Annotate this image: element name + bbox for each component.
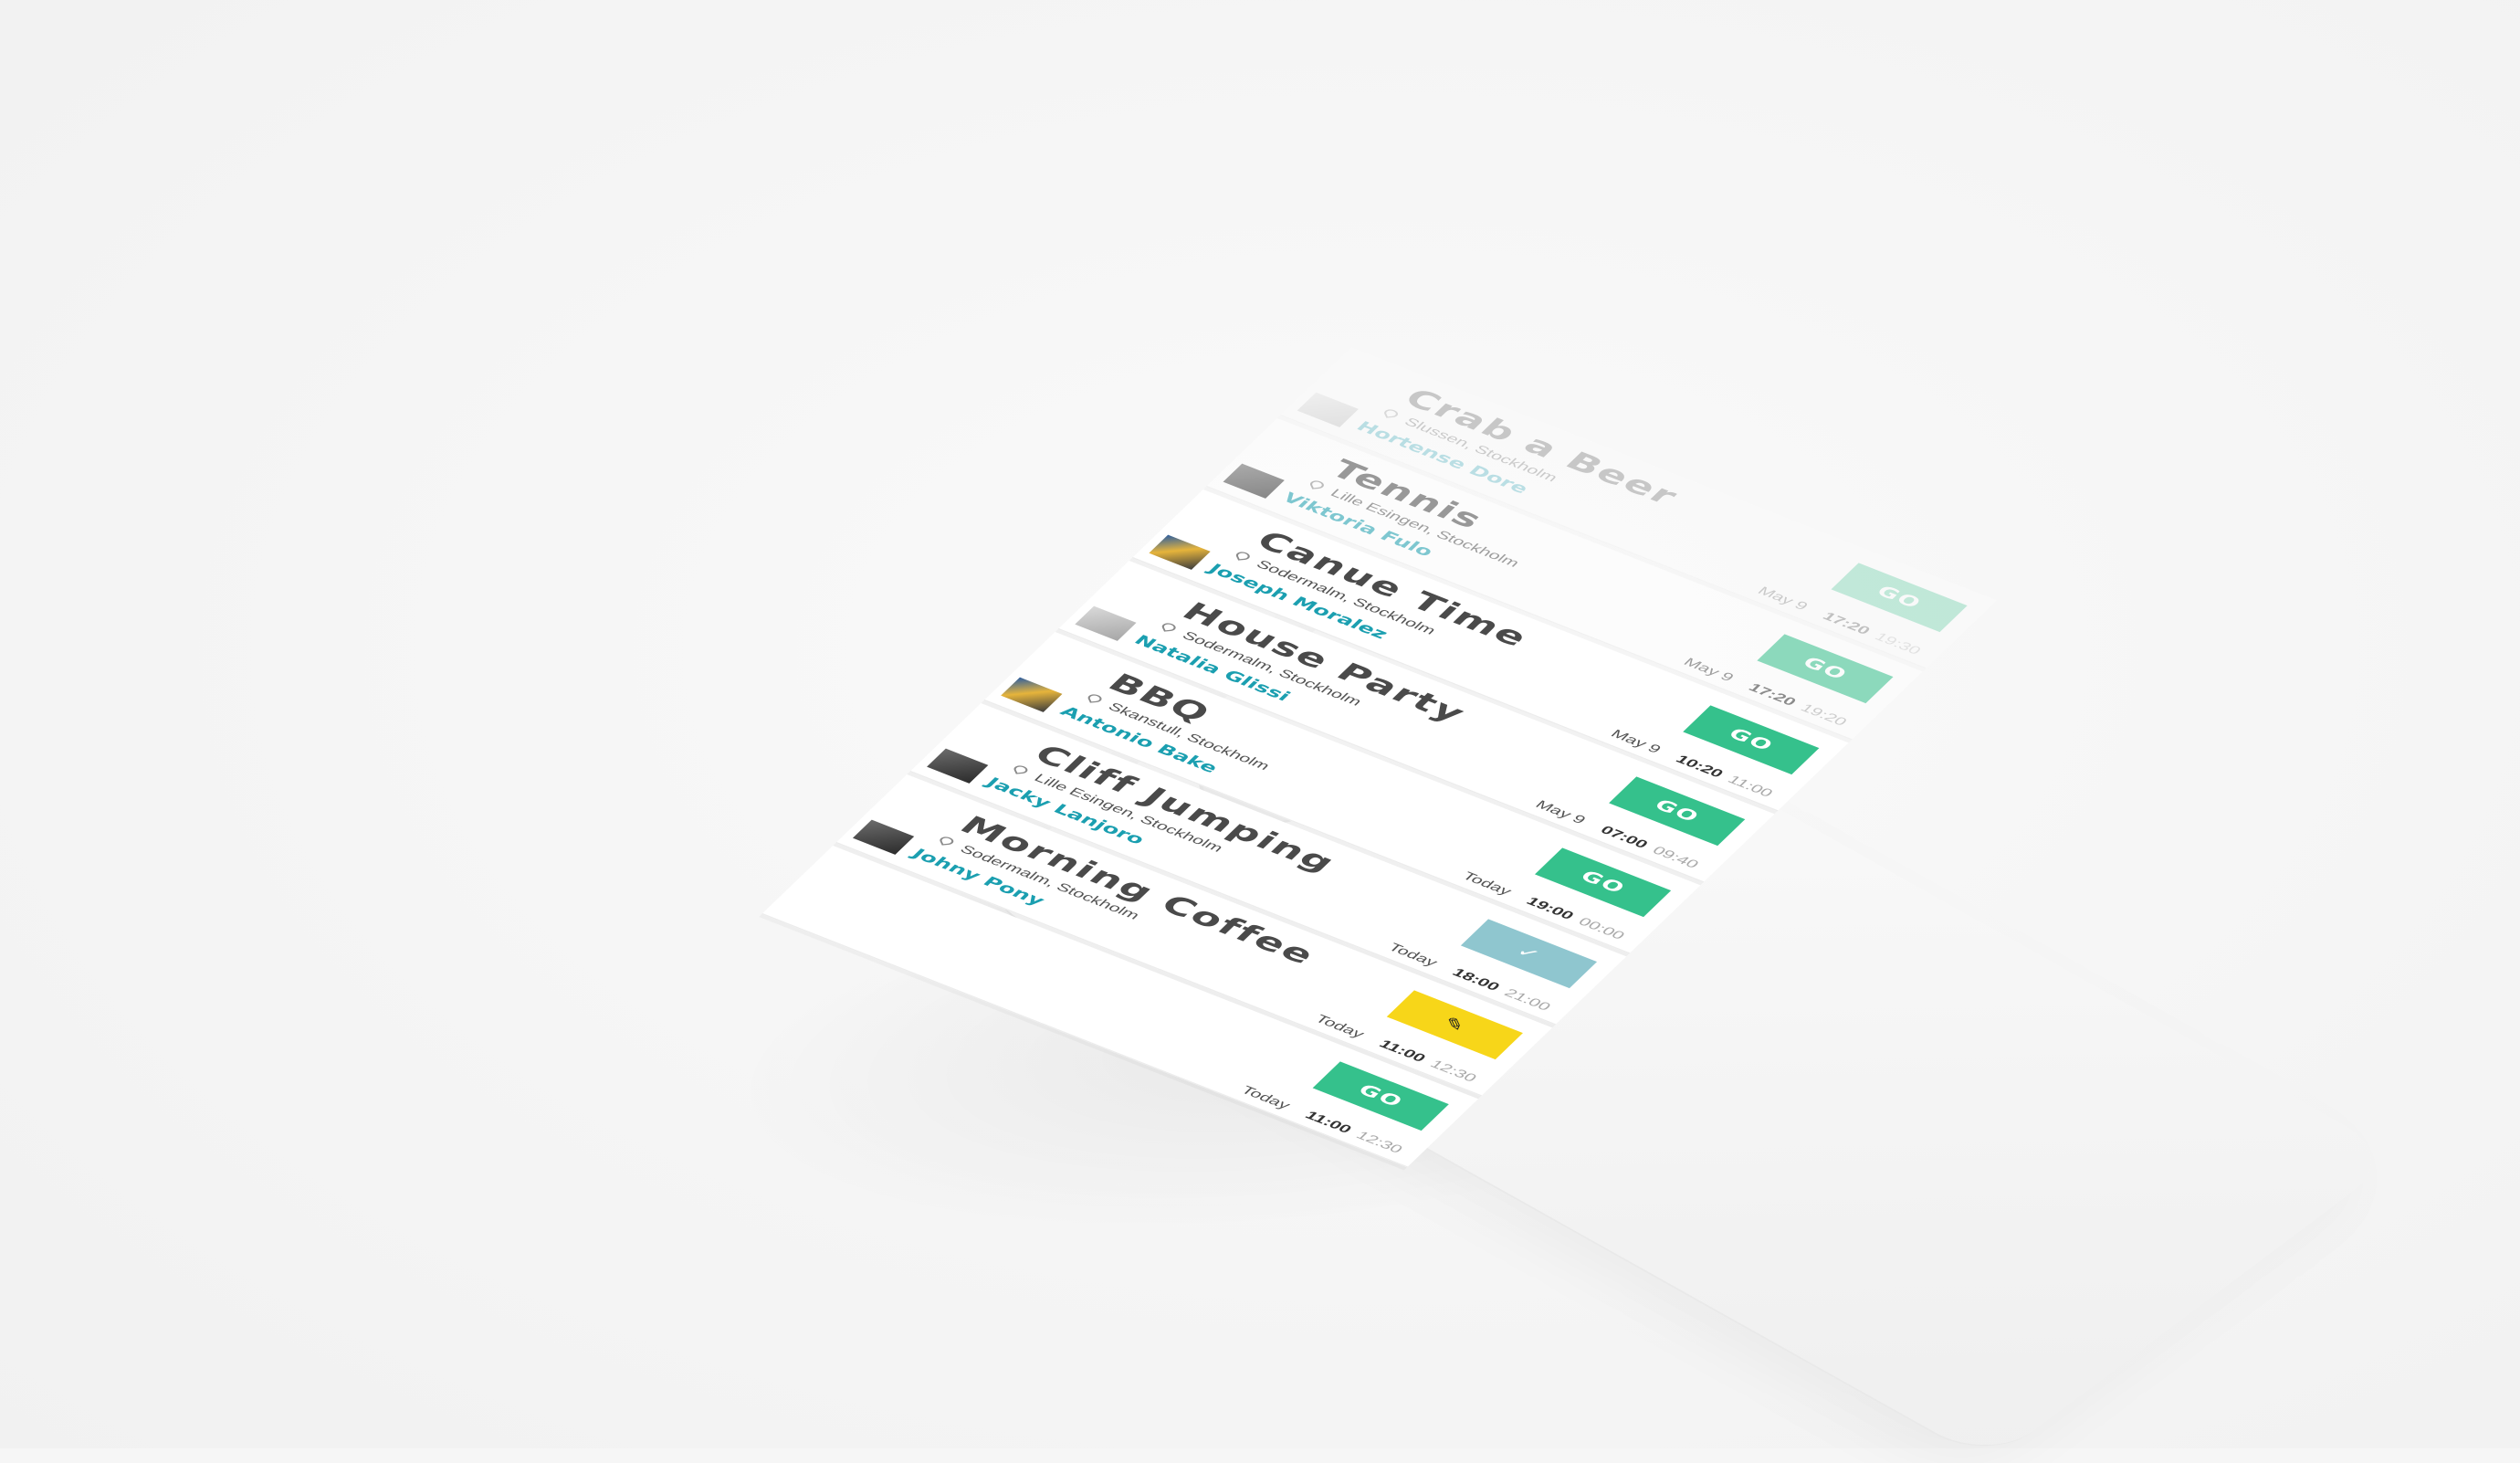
event-end: 12:30: [1352, 1129, 1406, 1156]
avatar: [1001, 677, 1063, 712]
avatar: [1075, 605, 1137, 641]
event-start: 17:20: [1745, 681, 1800, 709]
event-start: 17:20: [1819, 610, 1874, 637]
location-pin-icon: [1234, 551, 1252, 561]
location-pin-icon: [938, 836, 956, 846]
event-end: 12:30: [1426, 1058, 1480, 1085]
event-start: 11:00: [1301, 1109, 1355, 1136]
event-end: 19:20: [1797, 701, 1851, 729]
avatar: [1223, 463, 1285, 499]
location-pin-icon: [1086, 693, 1104, 703]
event-end: 09:40: [1649, 844, 1702, 871]
location-pin-icon: [1382, 408, 1400, 418]
event-start: 10:20: [1672, 753, 1727, 781]
event-start: 19:00: [1523, 895, 1578, 922]
event-end: 11:00: [1724, 773, 1777, 800]
event-day: Today: [1237, 1083, 1294, 1112]
event-end: 19:30: [1871, 630, 1925, 658]
avatar: [1149, 534, 1211, 570]
event-start: 18:00: [1448, 966, 1503, 994]
event-start: 07:00: [1597, 824, 1652, 851]
mockup-scene: Crab a Beer Slussen, Stockholm Hortense …: [0, 0, 2520, 1463]
location-pin-icon: [1012, 764, 1030, 774]
event-end: 21:00: [1500, 986, 1554, 1014]
event-end: 00:00: [1574, 915, 1628, 942]
avatar: [927, 748, 989, 784]
location-pin-icon: [1308, 479, 1326, 489]
avatar: [1297, 392, 1359, 427]
event-start: 11:00: [1375, 1037, 1429, 1065]
avatar: [852, 819, 915, 855]
location-pin-icon: [1160, 622, 1178, 632]
